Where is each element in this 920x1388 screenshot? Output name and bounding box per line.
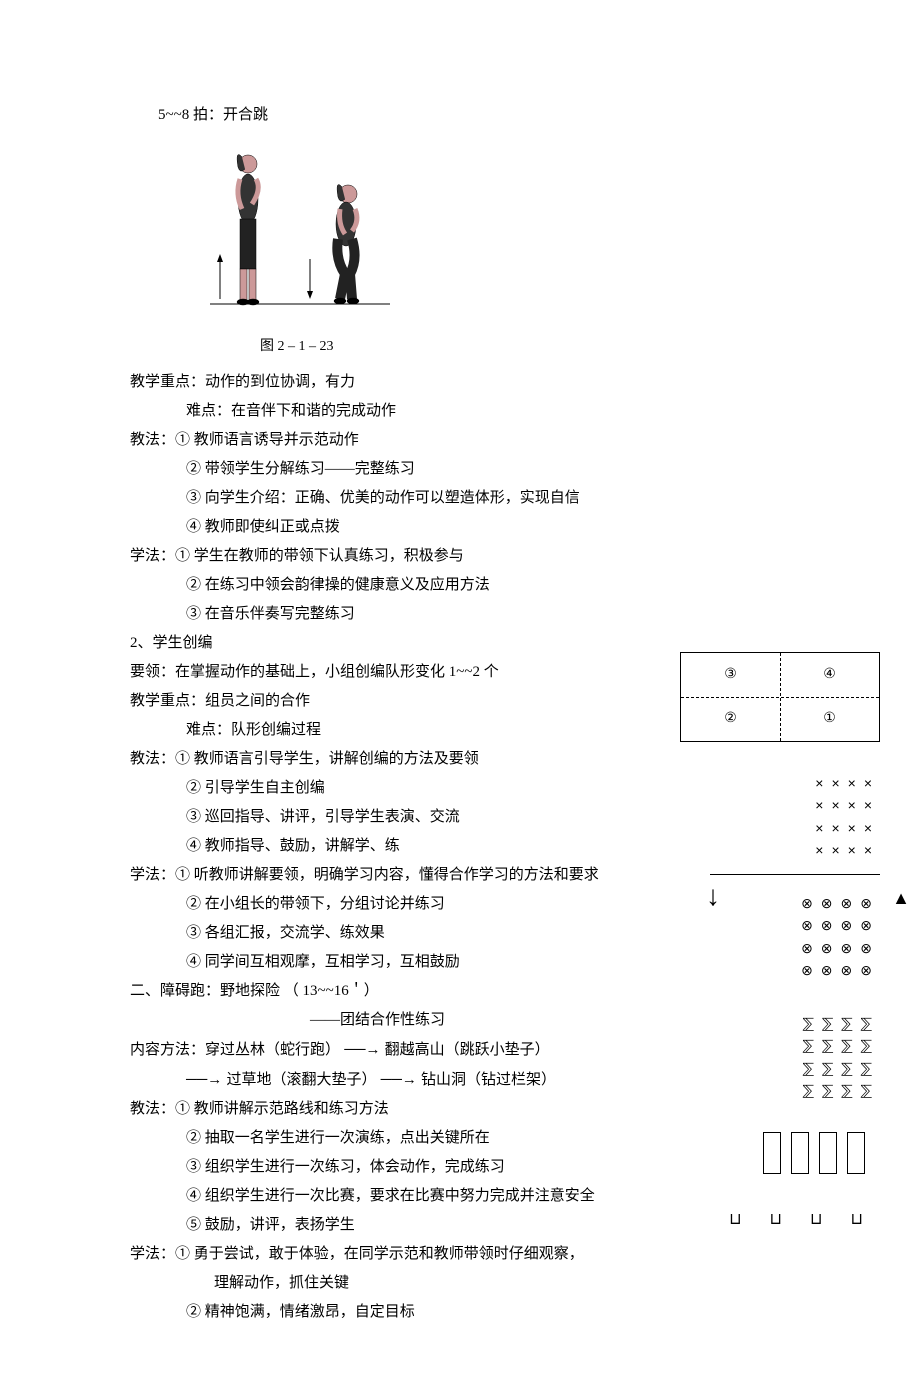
formation-u-block: ⊔ ⊔ ⊔ ⊔ bbox=[729, 1207, 875, 1233]
content-method-2: ──→ 过草地（滚翻大垫子） ──→ 钻山洞（钻过栏架） bbox=[130, 1066, 630, 1094]
learn-item: ② 在小组长的带领下，分组讨论并练习 bbox=[130, 891, 630, 918]
content-method-1: 内容方法：穿过丛林（蛇行跑） ──→ 翻越高山（跳跃小垫子） bbox=[130, 1036, 630, 1064]
learn3-label: 学法：① 勇于尝试，敢于体验，在同学示范和教师带领时仔细观察， bbox=[130, 1241, 630, 1268]
learn2-label: 学法：① 听教师讲解要领，明确学习内容，懂得合作学习的方法和要求 bbox=[130, 862, 630, 889]
teach-item: ③ 向学生介绍：正确、优美的动作可以塑造体形，实现自信 bbox=[130, 485, 630, 512]
teach2-label: 教法：① 教师语言引导学生，讲解创编的方法及要领 bbox=[130, 746, 630, 773]
teach-item: ④ 教师即使纠正或点拨 bbox=[130, 514, 630, 541]
section3-title: 二、障碍跑：野地探险 （ 13~~16＇） bbox=[130, 978, 630, 1005]
focus-line: 教学重点：动作的到位协调，有力 bbox=[130, 369, 630, 396]
difficulty-line: 难点：在音伴下和谐的完成动作 bbox=[130, 398, 630, 425]
teach-item: ③ 巡回指导、讲评，引导学生表演、交流 bbox=[130, 804, 630, 831]
figure-caption: 图 2 – 1 – 23 bbox=[260, 334, 790, 359]
formation-o-block: ⊗⊗⊗⊗ ⊗⊗⊗⊗ ⊗⊗⊗⊗ ⊗⊗⊗⊗ bbox=[801, 892, 880, 982]
learn-item: ② 精神饱满，情绪激昂，自定目标 bbox=[130, 1299, 630, 1326]
teach-item: ② 抽取一名学生进行一次演练，点出关键所在 bbox=[130, 1125, 630, 1152]
teach-item: ⑤ 鼓励，讲评，表扬学生 bbox=[130, 1212, 630, 1239]
formation-d-block: ⅀⅀⅀⅀ ⅀⅀⅀⅀ ⅀⅀⅀⅀ ⅀⅀⅀⅀ bbox=[803, 1012, 880, 1102]
quad-cell-3: ③ bbox=[681, 653, 780, 697]
quad-cell-4: ④ bbox=[780, 653, 879, 697]
teach-item: ④ 教师指导、鼓励，讲解学、练 bbox=[130, 833, 630, 860]
formation-x-block: ×××× ×××× ×××× ×××× bbox=[815, 772, 880, 862]
teach-item: ③ 组织学生进行一次练习，体会动作，完成练习 bbox=[130, 1154, 630, 1181]
learn-item: ② 在练习中领会韵律操的健康意义及应用方法 bbox=[130, 572, 630, 599]
arrow-down-icon: ↓ bbox=[706, 872, 720, 922]
learn-method-1: 学法：① 学生在教师的带领下认真练习，积极参与 bbox=[130, 543, 630, 570]
formation-rect-block bbox=[763, 1132, 875, 1182]
learn-item: ③ 各组汇报，交流学、练效果 bbox=[130, 920, 630, 947]
quadrant-diagram: ③ ④ ② ① bbox=[680, 652, 880, 742]
quad-cell-1: ① bbox=[780, 697, 879, 741]
triangle-marker: ▲ bbox=[892, 882, 910, 914]
learn-item: 理解动作，抓住关键 bbox=[130, 1270, 630, 1297]
focus2-line: 教学重点：组员之间的合作 bbox=[130, 688, 630, 715]
teach-item: ② 带领学生分解练习——完整练习 bbox=[130, 456, 630, 483]
beat-header: 5~~8 拍：开合跳 bbox=[130, 102, 790, 129]
section2-title: 2、学生创编 bbox=[130, 630, 630, 657]
learn-item: ③ 在音乐伴奏写完整练习 bbox=[130, 601, 630, 628]
difficulty2-line: 难点：队形创编过程 bbox=[130, 717, 630, 744]
quad-cell-2: ② bbox=[681, 697, 780, 741]
teach-method-1: 教法：① 教师语言诱导并示范动作 bbox=[130, 427, 630, 454]
teach3-label: 教法：① 教师讲解示范路线和练习方法 bbox=[130, 1096, 630, 1123]
separator-line bbox=[710, 874, 880, 875]
teach-item: ② 引导学生自主创编 bbox=[130, 775, 630, 802]
section3-subtitle: ——团结合作性练习 bbox=[130, 1007, 630, 1034]
yaoling-line: 要领：在掌握动作的基础上，小组创编队形变化 1~~2 个 bbox=[130, 659, 630, 686]
learn-item: ④ 同学间互相观摩，互相学习，互相鼓励 bbox=[130, 949, 630, 976]
teach-item: ④ 组织学生进行一次比赛，要求在比赛中努力完成并注意安全 bbox=[130, 1183, 630, 1210]
exercise-figure: 图 2 – 1 – 23 bbox=[190, 139, 790, 359]
